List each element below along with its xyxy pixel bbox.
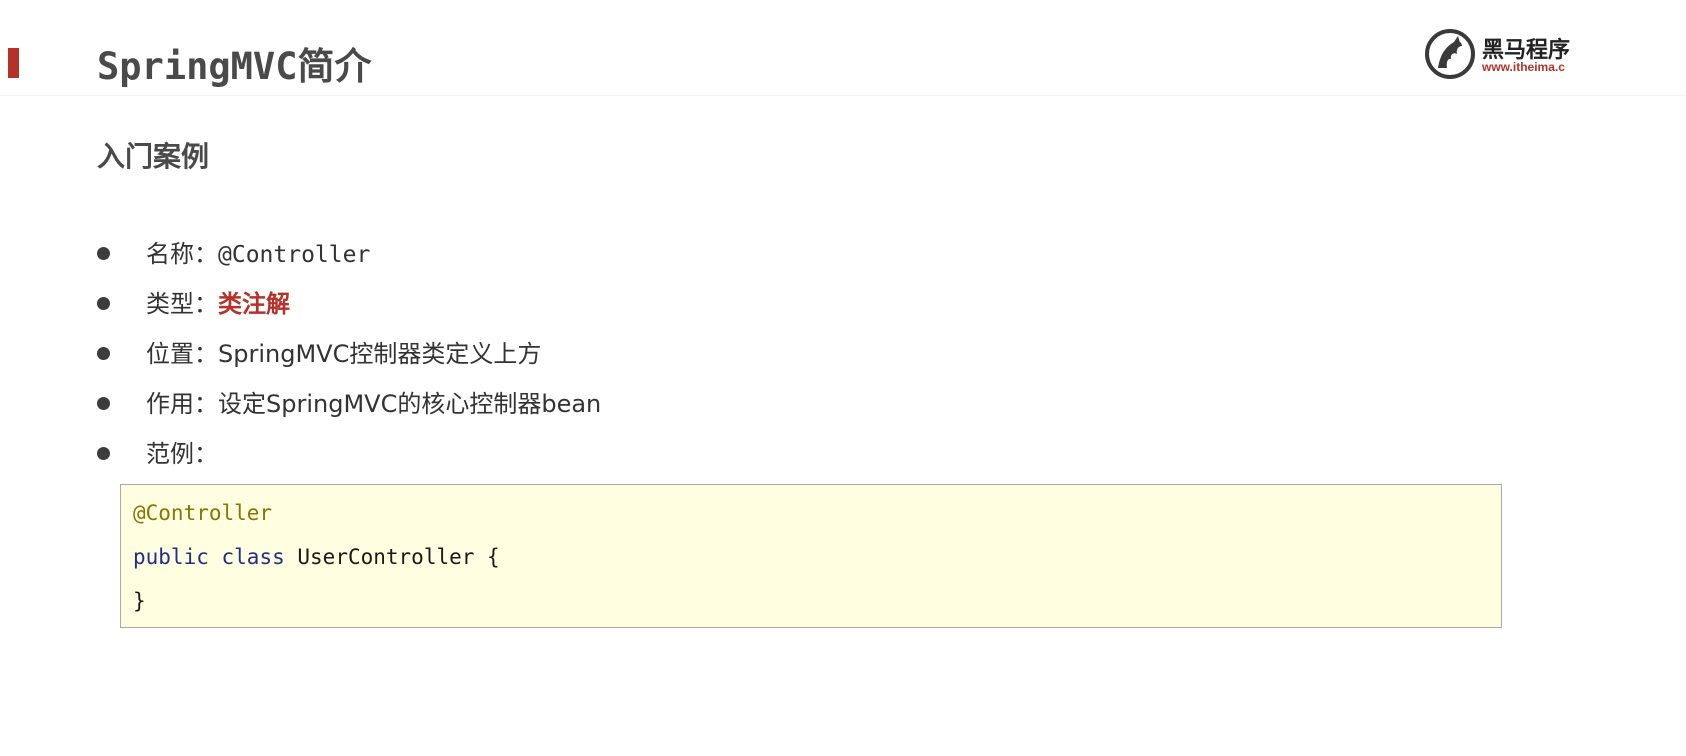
code-line-annotation: @Controller [133,501,273,525]
brand-logo: 黑马程序 www.itheima.c [1424,28,1686,82]
code-class-name: UserController { [297,545,500,569]
item-value: SpringMVC控制器类定义上方 [218,340,542,368]
bullet-dot-icon [97,447,110,460]
item-label: 名称： [146,240,218,268]
list-item-text: 类型：类注解 [146,284,290,319]
item-label: 类型： [146,290,218,318]
section-title: 入门案例 [97,140,210,173]
code-keyword-class: class [221,545,285,569]
brand-url: www.itheima.c [1482,60,1565,74]
bullet-dot-icon [97,247,110,260]
item-label: 作用： [146,390,218,418]
list-item-text: 作用：设定SpringMVC的核心控制器bean [146,384,601,419]
item-value-highlight: 类注解 [218,290,290,318]
bullet-dot-icon [97,397,110,410]
code-line-class-declaration: public class UserController { [133,545,500,569]
code-line-closing-brace: } [133,589,146,613]
bullet-dot-icon [97,347,110,360]
horse-head-logo-icon [1425,29,1475,79]
code-example-box: @Controller public class UserController … [120,484,1502,628]
bullet-dot-icon [97,297,110,310]
list-item-text: 范例： [146,434,218,469]
item-label: 范例： [146,440,218,468]
item-label: 位置： [146,340,218,368]
list-item-text: 名称：@Controller [146,234,370,269]
item-value: @Controller [218,242,371,268]
page-title: SpringMVC简介 [97,45,372,88]
code-keyword-public: public [133,545,209,569]
item-value: 设定SpringMVC的核心控制器bean [218,390,602,418]
list-item-text: 位置：SpringMVC控制器类定义上方 [146,334,541,369]
